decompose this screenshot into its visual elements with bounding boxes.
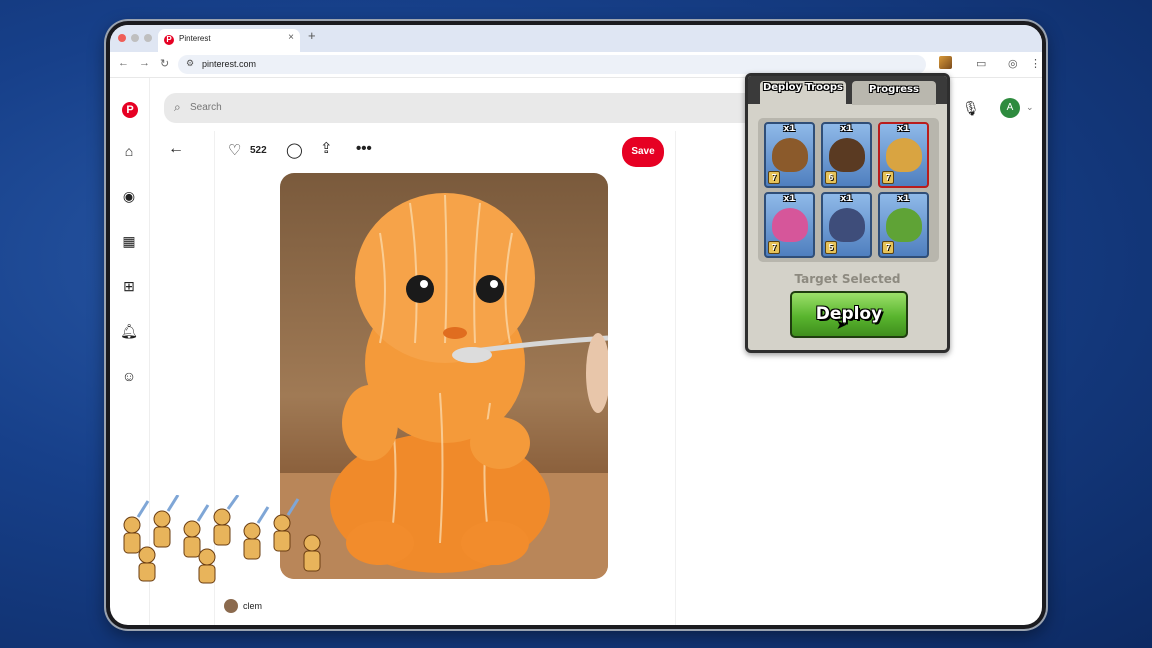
close-tab-icon[interactable]: × — [288, 32, 294, 43]
pinterest-favicon-icon: P — [164, 35, 174, 45]
target-status-text: Target Selected — [794, 272, 901, 286]
home-icon[interactable]: ⌂ — [120, 142, 138, 160]
balloon-icon — [772, 138, 808, 172]
troop-count: x1 — [897, 124, 910, 134]
browser-tab[interactable]: P Pinterest × — [158, 29, 300, 52]
troop-card-goblin[interactable]: x1 7 — [878, 192, 929, 258]
creator-name[interactable]: clem — [243, 601, 262, 611]
deploy-button[interactable]: Deploy — [790, 291, 908, 338]
goblin-icon — [886, 208, 922, 242]
tab-bar: P Pinterest × + — [110, 25, 1042, 52]
troop-count: x1 — [783, 194, 796, 204]
address-bar[interactable]: ⚙ pinterest.com — [178, 55, 926, 74]
panel-tab-strip: Deploy Troops Progress — [748, 76, 947, 105]
mouse-cursor-icon: ➤ — [836, 317, 847, 332]
search-input[interactable]: ⌕ Search — [164, 93, 764, 123]
cast-icon[interactable]: ▭ — [976, 57, 986, 70]
laptop-frame: P Pinterest × + ← → ↻ ⚙ pinterest.com ▭ … — [106, 21, 1046, 629]
boards-icon[interactable]: ▦ — [120, 232, 138, 250]
more-options-icon[interactable]: ••• — [356, 140, 372, 157]
troop-card-hog-rider[interactable]: x1 6 — [821, 122, 872, 188]
troop-level: 6 — [825, 171, 837, 184]
heart-icon[interactable]: ♡ — [228, 141, 241, 159]
new-tab-button[interactable]: + — [308, 28, 316, 43]
troop-count: x1 — [783, 124, 796, 134]
chevron-down-icon[interactable]: ⌄ — [1026, 102, 1034, 113]
like-count: 522 — [250, 145, 267, 156]
troop-level: 5 — [825, 241, 837, 254]
user-avatar[interactable]: A — [1000, 98, 1020, 118]
troop-card-archer[interactable]: x1 7 — [764, 192, 815, 258]
create-icon[interactable]: ⊞ — [120, 277, 138, 295]
creator-avatar[interactable] — [224, 599, 238, 613]
share-icon[interactable]: ⇪ — [320, 139, 333, 157]
extension-icon[interactable] — [939, 56, 952, 69]
hog-rider-icon — [829, 138, 865, 172]
save-button[interactable]: Save — [622, 137, 664, 167]
browser-window: P Pinterest × + ← → ↻ ⚙ pinterest.com ▭ … — [110, 25, 1042, 625]
search-placeholder: Search — [190, 102, 222, 113]
troop-grid: x1 7 x1 6 x1 7 x1 7 x1 5 x1 7 — [758, 118, 939, 262]
forward-button[interactable]: → — [139, 57, 150, 69]
messages-icon[interactable]: ☺ — [120, 367, 138, 385]
back-arrow-icon[interactable]: ← — [168, 140, 184, 158]
menu-kebab-icon[interactable]: ⋮ — [1030, 57, 1041, 70]
troop-deploy-panel: Deploy Troops Progress x1 7 x1 6 x1 7 x1… — [745, 73, 950, 353]
profile-icon[interactable]: ◎ — [1008, 57, 1018, 70]
troop-level: 7 — [768, 241, 780, 254]
comment-icon[interactable]: ◯ — [286, 141, 303, 159]
archer-icon — [772, 208, 808, 242]
pekka-icon — [829, 208, 865, 242]
minimize-window-button[interactable] — [131, 34, 139, 42]
troop-level: 7 — [768, 171, 780, 184]
tab-title: Pinterest — [179, 34, 211, 43]
explore-icon[interactable]: ◉ — [120, 187, 138, 205]
barbarian-icon — [886, 138, 922, 172]
barbarian-troops-sprites — [123, 495, 321, 584]
close-window-button[interactable] — [118, 34, 126, 42]
notifications-icon[interactable]: 🔔︎ — [120, 322, 138, 340]
troop-level: 7 — [882, 171, 894, 184]
search-icon: ⌕ — [174, 100, 181, 114]
reload-button[interactable]: ↻ — [160, 57, 169, 70]
troop-count: x1 — [897, 194, 910, 204]
pinterest-logo-icon[interactable]: P — [122, 102, 138, 118]
troop-count: x1 — [840, 124, 853, 134]
troop-card-balloon[interactable]: x1 7 — [764, 122, 815, 188]
tab-deploy-troops[interactable]: Deploy Troops — [760, 81, 846, 105]
back-button[interactable]: ← — [118, 57, 129, 69]
troop-card-pekka[interactable]: x1 5 — [821, 192, 872, 258]
troop-level: 7 — [882, 241, 894, 254]
tab-progress[interactable]: Progress — [852, 81, 936, 105]
troop-count: x1 — [840, 194, 853, 204]
site-settings-icon[interactable]: ⚙ — [186, 58, 194, 69]
url-text: pinterest.com — [202, 59, 257, 69]
microphone-icon[interactable]: 🎙︎ — [962, 100, 980, 117]
troop-card-barbarian[interactable]: x1 7 — [878, 122, 929, 188]
maximize-window-button[interactable] — [144, 34, 152, 42]
